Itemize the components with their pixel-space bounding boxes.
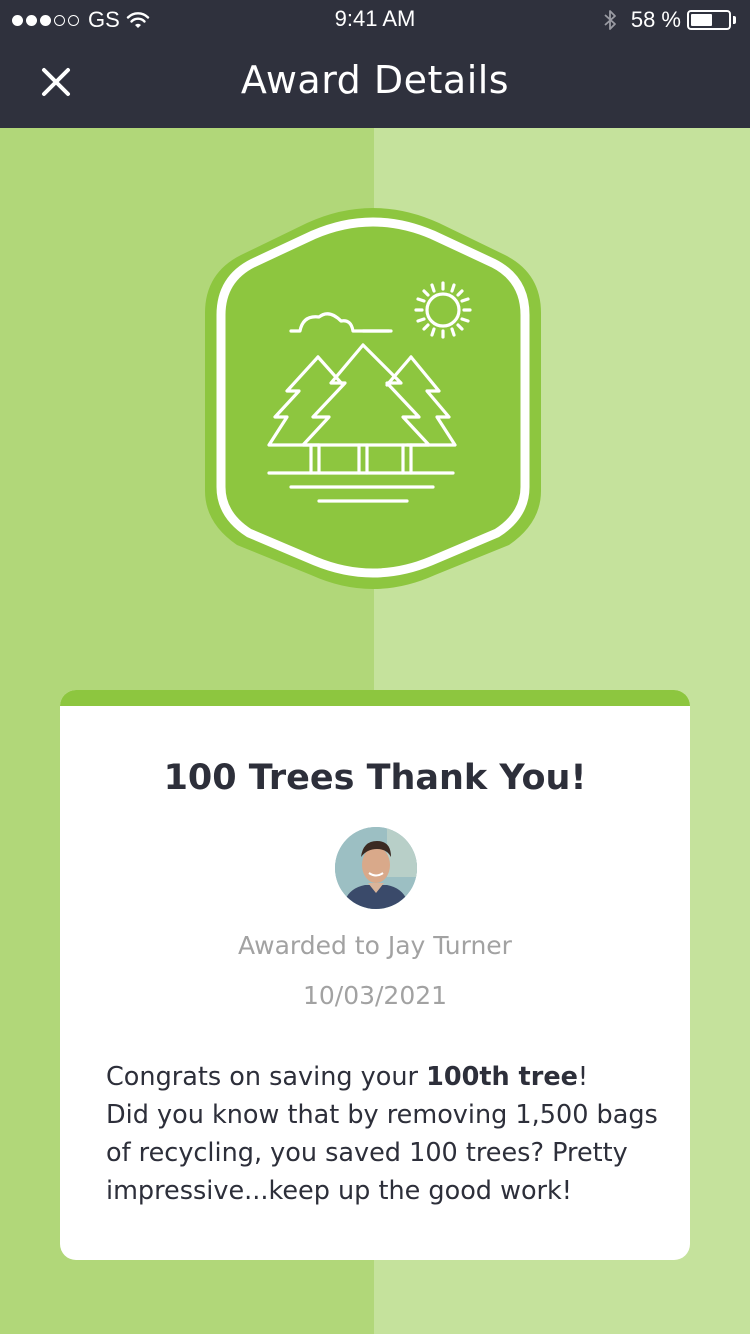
avatar-image — [335, 827, 417, 909]
forest-trees-sun-icon — [205, 208, 541, 589]
award-date: 10/03/2021 — [302, 981, 448, 1010]
status-right: 58 % — [603, 6, 736, 34]
message-body: Did you know that by removing 1,500 bags… — [106, 1100, 658, 1206]
message-exclaim: ! — [577, 1062, 589, 1092]
message-intro: Congrats on saving your — [106, 1062, 427, 1092]
bluetooth-icon — [604, 10, 616, 30]
message-highlight: 100th tree — [426, 1062, 578, 1092]
award-title: 100 Trees Thank You! — [163, 758, 587, 798]
award-message: Congrats on saving your 100th tree! Did y… — [106, 1058, 666, 1210]
battery-icon — [687, 10, 731, 30]
battery-level — [691, 14, 712, 26]
award-card: 100 Trees Thank You! Awarded to Jay Turn… — [60, 690, 690, 1260]
battery-percent: 58 % — [630, 7, 681, 32]
page-title: Award Details — [240, 58, 510, 102]
battery-cap — [733, 16, 736, 24]
avatar — [335, 827, 417, 909]
awarded-to-text: Awarded to Jay Turner — [238, 931, 512, 960]
nav-bar: Award Details — [0, 40, 750, 128]
card-accent-bar — [60, 690, 690, 706]
status-bar: GS 9:41 AM 58 % — [0, 0, 750, 40]
